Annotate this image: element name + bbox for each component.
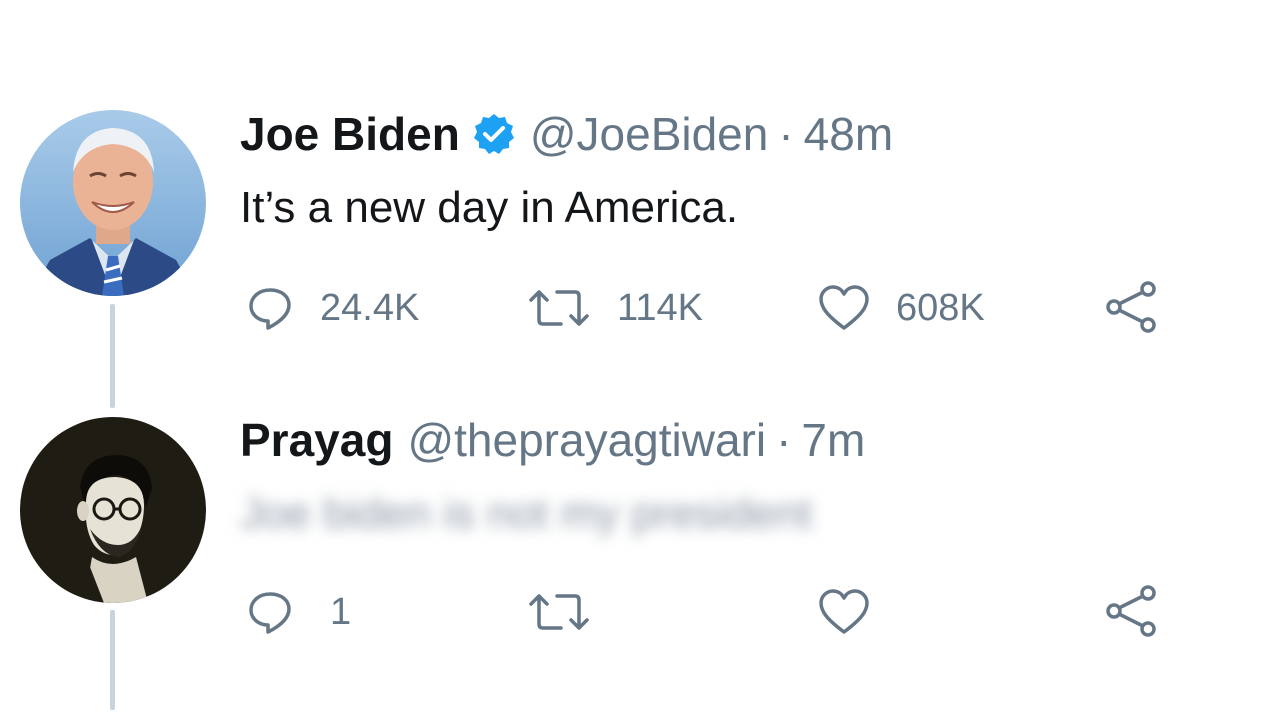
tweet-1-header: Joe Biden @JoeBiden · 48m <box>240 106 893 162</box>
display-name[interactable]: Joe Biden <box>240 106 460 162</box>
timestamp[interactable]: 48m <box>804 106 893 162</box>
like-count: 608K <box>896 286 985 329</box>
tweet-2-header: Prayag @theprayagtiwari · 7m <box>240 412 865 468</box>
separator-dot: · <box>776 414 792 466</box>
handle[interactable]: @JoeBiden <box>530 106 769 162</box>
thread-line-2 <box>110 610 115 710</box>
heart-icon <box>818 284 870 332</box>
thread-line-1 <box>110 304 115 408</box>
retweet-button[interactable] <box>527 588 591 636</box>
share-icon <box>1104 280 1158 334</box>
heart-icon <box>818 588 870 636</box>
reply-count: 1 <box>330 590 352 633</box>
prayag-photo <box>20 417 206 603</box>
separator-dot: · <box>778 108 794 160</box>
tweet-thread: Joe Biden @JoeBiden · 48m It’s a new day… <box>0 0 1280 720</box>
tweet-text-blurred: Joe biden is not my president <box>240 489 813 538</box>
tweet-text: It’s a new day in America. <box>240 183 739 232</box>
like-button[interactable] <box>818 588 870 636</box>
handle[interactable]: @theprayagtiwari <box>407 412 766 468</box>
like-button[interactable]: 608K <box>818 284 985 332</box>
verified-badge-icon <box>472 112 516 156</box>
retweet-count: 114K <box>617 286 703 329</box>
share-icon <box>1104 584 1158 638</box>
avatar-prayag[interactable] <box>20 417 206 603</box>
retweet-icon <box>527 284 591 332</box>
avatar-joe-biden[interactable] <box>20 110 206 296</box>
share-button[interactable] <box>1104 584 1158 638</box>
retweet-icon <box>527 588 591 636</box>
display-name[interactable]: Prayag <box>240 412 393 468</box>
reply-icon <box>246 284 294 332</box>
timestamp[interactable]: 7m <box>801 412 865 468</box>
reply-button[interactable]: 1 <box>246 588 351 636</box>
reply-icon <box>246 588 294 636</box>
reply-button[interactable]: 24.4K <box>246 284 419 332</box>
joe-biden-photo <box>20 110 206 296</box>
reply-count: 24.4K <box>320 286 420 329</box>
share-button[interactable] <box>1104 280 1158 334</box>
retweet-button[interactable]: 114K <box>527 284 703 332</box>
